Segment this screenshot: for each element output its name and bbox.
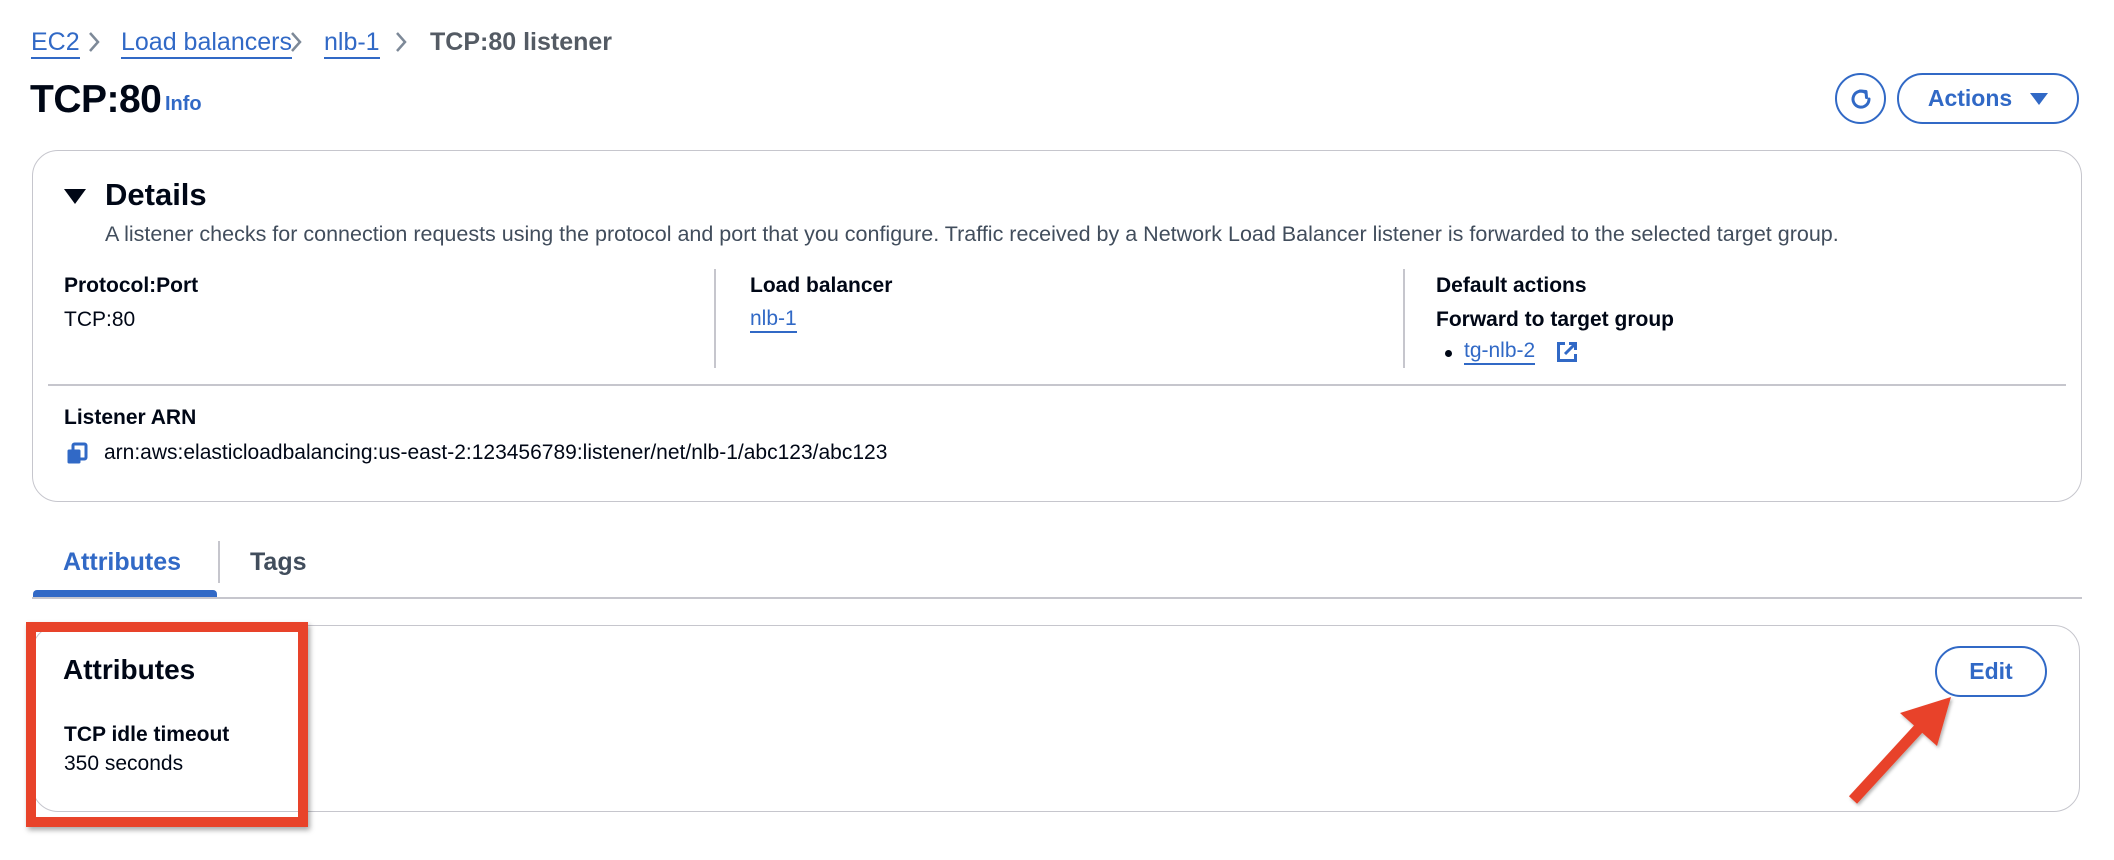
page-title: TCP:80: [30, 78, 162, 121]
load-balancer-link[interactable]: nlb-1: [750, 307, 797, 334]
protocol-port-label: Protocol:Port: [64, 274, 199, 297]
tab-bar-border: [32, 597, 2082, 599]
tab-tags[interactable]: Tags: [250, 548, 307, 577]
refresh-button[interactable]: [1835, 73, 1886, 124]
highlight-annotation-box: [26, 622, 308, 827]
info-link[interactable]: Info: [165, 93, 202, 116]
column-divider: [714, 269, 716, 368]
details-heading[interactable]: Details: [105, 177, 207, 213]
actions-button[interactable]: Actions: [1897, 73, 2079, 124]
caret-down-icon[interactable]: [64, 189, 86, 204]
chevron-right-icon: [291, 32, 302, 52]
tab-attributes[interactable]: Attributes: [63, 548, 181, 577]
external-link-icon[interactable]: [1556, 341, 1578, 363]
forward-to-target-group-label: Forward to target group: [1436, 308, 1674, 331]
details-description: A listener checks for connection request…: [105, 222, 1839, 246]
target-group-link[interactable]: tg-nlb-2: [1464, 339, 1536, 366]
column-divider: [1403, 269, 1405, 368]
section-divider: [48, 384, 2066, 386]
listener-arn-label: Listener ARN: [64, 406, 197, 429]
breadcrumb-current: TCP:80 listener: [430, 28, 613, 56]
breadcrumb-nlb-1-link[interactable]: nlb-1: [324, 28, 380, 59]
breadcrumb-ec2-link[interactable]: EC2: [31, 28, 80, 59]
list-bullet: [1445, 350, 1452, 357]
copy-icon[interactable]: [65, 442, 89, 466]
attributes-panel: [32, 625, 2080, 812]
actions-label: Actions: [1927, 85, 2013, 111]
caret-down-icon: [2030, 92, 2049, 105]
refresh-icon: [1851, 89, 1871, 109]
listener-arn-value: arn:aws:elasticloadbalancing:us-east-2:1…: [104, 441, 888, 464]
load-balancer-label: Load balancer: [750, 274, 893, 297]
chevron-right-icon: [89, 32, 100, 52]
edit-button[interactable]: Edit: [1935, 646, 2047, 697]
default-actions-label: Default actions: [1436, 274, 1587, 297]
chevron-right-icon: [396, 32, 407, 52]
protocol-port-value: TCP:80: [64, 308, 136, 331]
tab-separator: [218, 541, 220, 583]
breadcrumb-load-balancers-link[interactable]: Load balancers: [121, 28, 292, 59]
active-tab-indicator: [33, 590, 217, 597]
